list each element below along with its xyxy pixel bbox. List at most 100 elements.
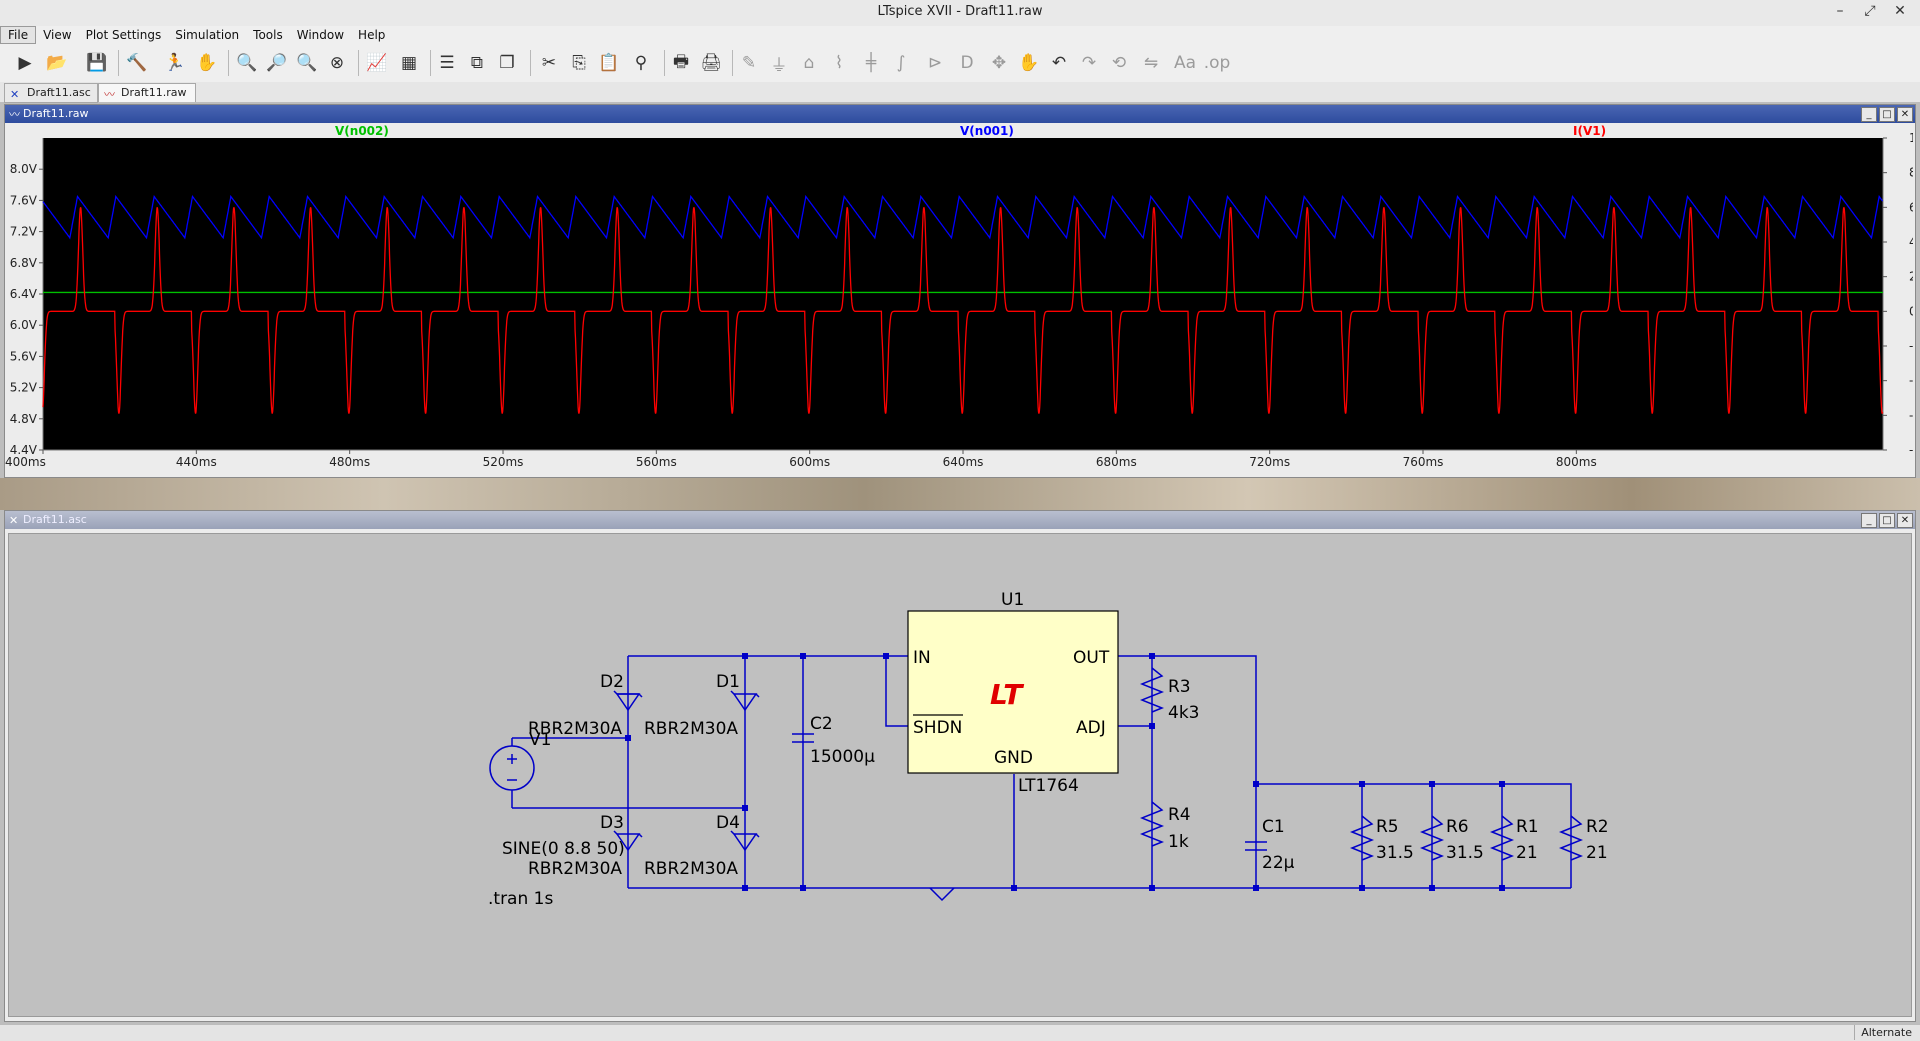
y-right-tick-label: 4A <box>1909 235 1913 249</box>
y-left-tick-label: 6.0V <box>10 318 38 332</box>
schematic-icon: ✕ <box>9 514 19 527</box>
maximize-icon[interactable]: □ <box>1879 513 1895 528</box>
y-right-tick-label: 10A <box>1909 131 1913 145</box>
v1-source[interactable] <box>489 738 535 808</box>
d3-model: RBR2M30A <box>528 859 622 879</box>
menu-tools[interactable]: Tools <box>246 27 290 43</box>
schematic-window-titlebar[interactable]: ✕ Draft11.asc _ □ ✕ <box>5 511 1915 529</box>
close-icon[interactable]: ✕ <box>1897 107 1913 122</box>
ground-icon[interactable]: ⏚ <box>766 50 792 76</box>
tile-h-icon[interactable]: ☰ <box>434 50 460 76</box>
legend-iv1[interactable]: I(V1) <box>1573 124 1606 138</box>
zoom-area-icon[interactable]: 🔎 <box>264 50 290 76</box>
grid-icon[interactable]: ▦ <box>396 50 422 76</box>
d2-label: D2 <box>600 672 624 692</box>
spice-directive-icon[interactable]: .op <box>1204 50 1231 76</box>
x-tick-label: 400ms <box>5 455 46 469</box>
tran-directive[interactable]: .tran 1s <box>488 889 553 909</box>
d1-label: D1 <box>716 672 740 692</box>
y-left-tick-label: 5.6V <box>10 349 38 363</box>
halt-icon[interactable]: 🏃 <box>162 50 188 76</box>
x-tick-label: 480ms <box>329 455 370 469</box>
tile-v-icon[interactable]: ⧉ <box>464 50 490 76</box>
inductor-icon[interactable]: ∫ <box>888 50 914 76</box>
r4-label: R4 <box>1168 805 1191 825</box>
menu-file[interactable]: File <box>0 26 37 44</box>
x-tick-label: 760ms <box>1403 455 1444 469</box>
menu-window[interactable]: Window <box>290 27 351 43</box>
capacitor-icon[interactable]: ╪ <box>858 50 884 76</box>
y-right-tick-label: 2A <box>1909 270 1913 284</box>
tab-waveform[interactable]: 〰 Draft11.raw <box>98 83 196 102</box>
r5-label: R5 <box>1376 817 1399 837</box>
label-icon[interactable]: ⌂ <box>796 50 822 76</box>
mirror-icon[interactable]: ⇋ <box>1138 50 1164 76</box>
zoom-out-icon[interactable]: 🔍 <box>294 50 320 76</box>
wire-icon[interactable]: ✎ <box>736 50 762 76</box>
u1-part: LT1764 <box>1018 776 1079 796</box>
rotate-icon[interactable]: ⟲ <box>1106 50 1132 76</box>
zoom-full-icon[interactable]: ⊗ <box>324 50 350 76</box>
y-left-tick-label: 7.6V <box>10 193 38 207</box>
tab-schematic[interactable]: ✕ Draft11.asc <box>4 83 98 103</box>
x-tick-label: 440ms <box>176 455 217 469</box>
save-icon[interactable]: 💾 <box>84 50 110 76</box>
move-icon[interactable]: ✥ <box>986 50 1012 76</box>
u1-pin-in: IN <box>913 648 931 668</box>
schematic-window: ✕ Draft11.asc _ □ ✕ U1 IN OUT SHDN ADJ G… <box>4 510 1916 1022</box>
y-right-tick-label: -6A <box>1909 408 1913 422</box>
paste-icon[interactable]: 📋 <box>596 50 622 76</box>
maximize-icon[interactable]: □ <box>1879 107 1895 122</box>
waveform-icon: 〰 <box>104 88 115 101</box>
minimize-icon[interactable]: _ <box>1861 513 1877 528</box>
print-setup-icon[interactable]: 🖨 <box>698 50 724 76</box>
copy-icon[interactable]: ⎘ <box>566 50 592 76</box>
undo-icon[interactable]: ↶ <box>1046 50 1072 76</box>
drag-icon[interactable]: ✋ <box>1016 50 1042 76</box>
y-left-tick-label: 4.4V <box>10 443 38 457</box>
menu-plot-settings[interactable]: Plot Settings <box>79 27 169 43</box>
cut-icon[interactable]: ✂ <box>536 50 562 76</box>
print-icon[interactable]: 🖶 <box>668 50 694 76</box>
x-tick-label: 640ms <box>943 455 984 469</box>
y-left-tick-label: 5.2V <box>10 381 38 395</box>
restore-icon[interactable]: ⤢ <box>1858 3 1882 23</box>
schematic-canvas[interactable]: U1 IN OUT SHDN ADJ GND LT1764 LT D2 D1 D… <box>8 533 1912 1017</box>
waveform-plot[interactable]: 400ms 440ms 480ms 520ms 560ms 600ms 640ms 680ms… <box>5 124 1913 476</box>
autorange-icon[interactable]: 📈 <box>364 50 390 76</box>
zoom-in-icon[interactable]: 🔍 <box>234 50 260 76</box>
find-icon[interactable]: ⚲ <box>628 50 654 76</box>
y-right-tick-label: -4A <box>1909 374 1913 388</box>
legend-vn002[interactable]: V(n002) <box>335 124 389 138</box>
cascade-icon[interactable]: ❐ <box>494 50 520 76</box>
x-tick-label: 720ms <box>1249 455 1290 469</box>
minimize-icon[interactable]: – <box>1828 3 1852 23</box>
control-panel-icon[interactable]: 🔨 <box>124 50 150 76</box>
waveform-window-titlebar[interactable]: 〰 Draft11.raw _ □ ✕ <box>5 105 1915 123</box>
menu-simulation[interactable]: Simulation <box>168 27 246 43</box>
close-icon[interactable]: ✕ <box>1888 3 1912 23</box>
minimize-icon[interactable]: _ <box>1861 107 1877 122</box>
legend-vn001[interactable]: V(n001) <box>960 124 1014 138</box>
redo-icon[interactable]: ↷ <box>1076 50 1102 76</box>
u1-label: U1 <box>1001 590 1024 610</box>
component-icon[interactable]: D <box>954 50 980 76</box>
ground-icon <box>929 887 955 902</box>
menu-help[interactable]: Help <box>351 27 392 43</box>
open-icon[interactable]: 📂 <box>44 50 70 76</box>
resistor-icon[interactable]: ⌇ <box>826 50 852 76</box>
diode-icon[interactable]: ⊳ <box>922 50 948 76</box>
menu-bar: File View Plot Settings Simulation Tools Wind… <box>0 26 1920 44</box>
run-icon[interactable]: ▶ <box>12 50 38 76</box>
close-icon[interactable]: ✕ <box>1897 513 1913 528</box>
pan-icon[interactable]: ✋ <box>194 50 220 76</box>
u1-pin-gnd: GND <box>994 748 1033 768</box>
menu-view[interactable]: View <box>36 27 78 43</box>
r5-value: 31.5 <box>1376 843 1414 863</box>
u1-pin-adj: ADJ <box>1076 718 1106 738</box>
r3-label: R3 <box>1168 677 1191 697</box>
d1-model: RBR2M30A <box>644 719 738 739</box>
x-tick-label: 800ms <box>1556 455 1597 469</box>
text-icon[interactable]: Aa <box>1172 50 1198 76</box>
d4-model: RBR2M30A <box>644 859 738 879</box>
